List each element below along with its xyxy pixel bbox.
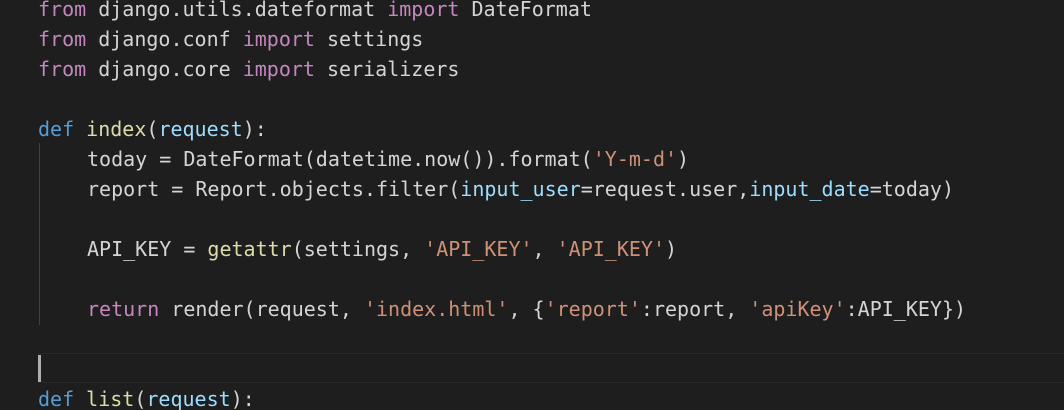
keyword-argument: input_date — [749, 177, 870, 201]
current-line-highlight — [38, 353, 1064, 383]
string-literal: 'apiKey' — [749, 297, 846, 321]
keyword-from: from — [38, 57, 87, 81]
keyword-def: def — [38, 387, 75, 410]
imported-name: serializers — [314, 57, 460, 81]
keyword-argument: input_user — [460, 177, 581, 201]
function-call: getattr — [207, 237, 292, 261]
code-line-return[interactable]: return render(request, 'index.html', {'r… — [87, 294, 966, 324]
code-editor[interactable]: from django.utils.dateformat import Date… — [0, 0, 1064, 410]
parameter: request — [158, 117, 243, 141]
function-name: list — [86, 387, 135, 410]
module-name: django.conf — [86, 27, 243, 51]
indent-guide — [39, 143, 40, 325]
keyword-from: from — [38, 0, 87, 21]
string-literal: 'Y-m-d' — [592, 147, 678, 171]
module-name: django.utils.dateformat — [86, 0, 388, 21]
function-name: index — [86, 117, 147, 141]
string-literal: 'index.html' — [363, 297, 509, 321]
code-line-report[interactable]: report = Report.objects.filter(input_use… — [87, 174, 954, 204]
text-cursor — [38, 355, 41, 382]
code-line-import-dateformat[interactable]: from django.utils.dateformat import Date… — [38, 0, 592, 24]
string-literal: 'API_KEY' — [424, 237, 533, 261]
keyword-import: import — [242, 27, 315, 51]
string-literal: 'API_KEY' — [556, 237, 666, 261]
imported-name: settings — [314, 27, 424, 51]
keyword-def: def — [38, 117, 75, 141]
code-line-today[interactable]: today = DateFormat(datetime.now()).forma… — [87, 144, 689, 174]
module-name: django.core — [86, 57, 243, 81]
string-literal: 'report' — [544, 297, 641, 321]
code-line-api-key[interactable]: API_KEY = getattr(settings, 'API_KEY', '… — [87, 234, 677, 264]
imported-name: DateFormat — [459, 0, 592, 21]
code-line-import-serializers[interactable]: from django.core import serializers — [38, 54, 459, 84]
code-line-def-list[interactable]: def list(request): — [38, 384, 255, 410]
code-line-def-index[interactable]: def index(request): — [38, 114, 267, 144]
keyword-return: return — [87, 297, 160, 321]
code-line-import-settings[interactable]: from django.conf import settings — [38, 24, 423, 54]
keyword-from: from — [38, 27, 87, 51]
keyword-import: import — [242, 57, 315, 81]
keyword-import: import — [387, 0, 460, 21]
parameter: request — [146, 387, 231, 410]
